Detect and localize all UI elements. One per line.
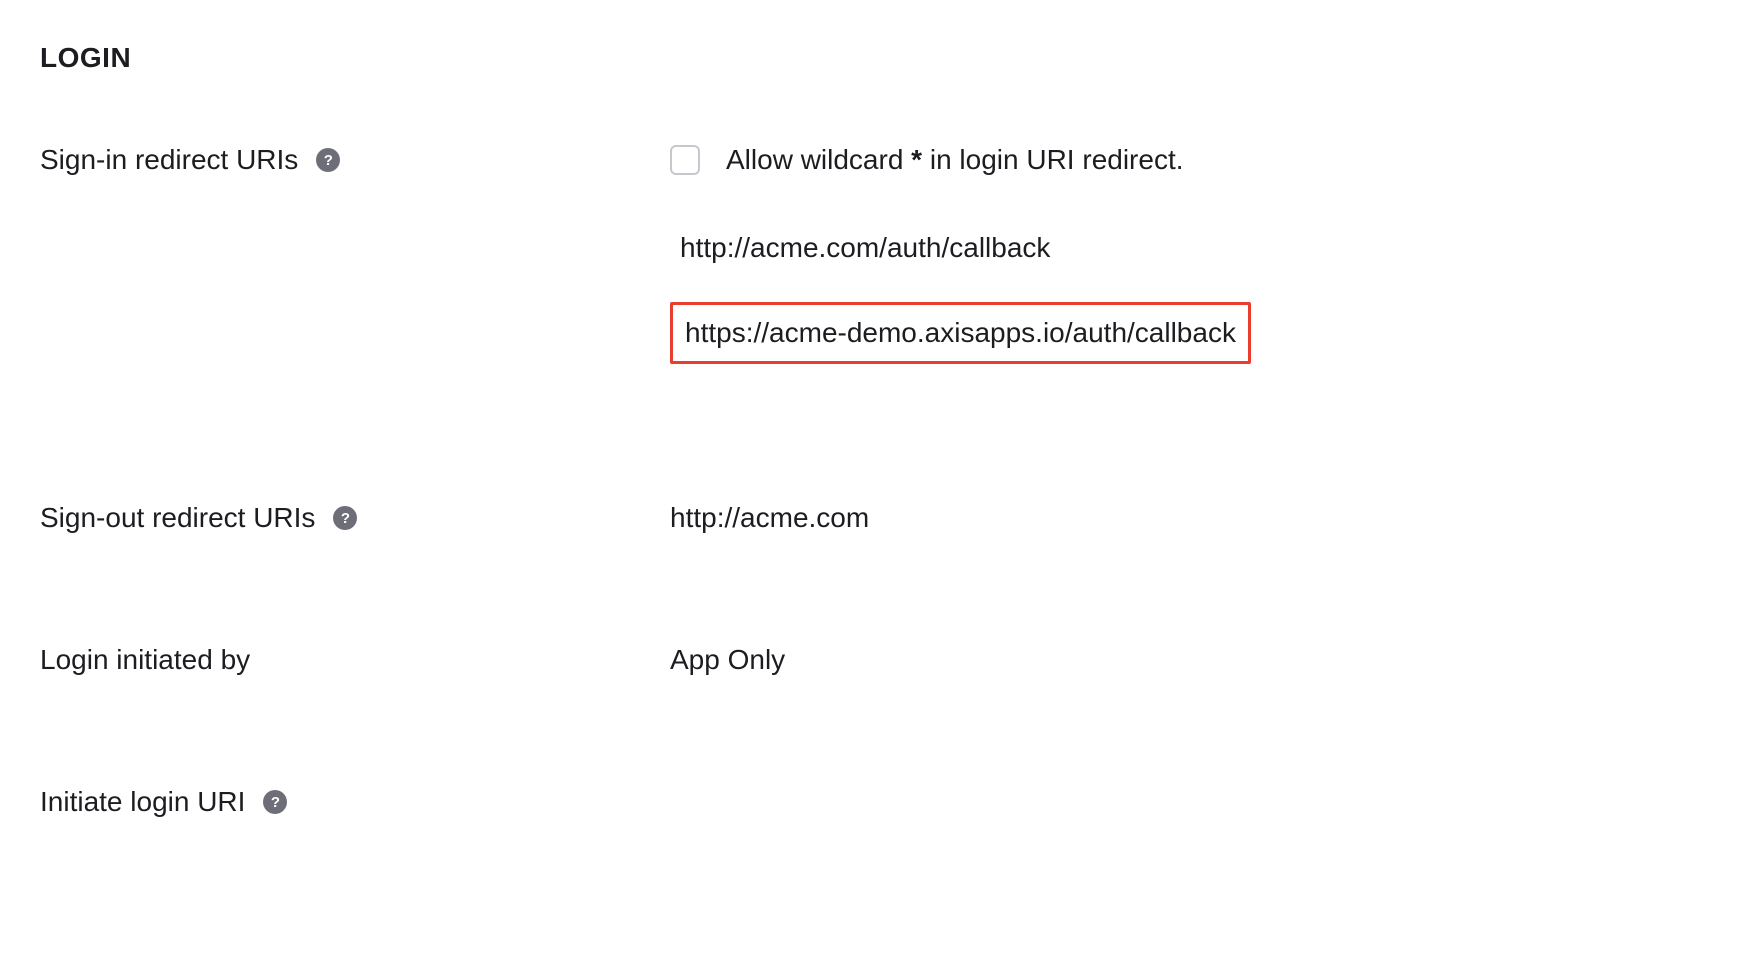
signin-redirect-uri-item: http://acme.com/auth/callback xyxy=(670,226,1060,270)
signin-redirect-label: Sign-in redirect URIs xyxy=(40,144,298,176)
wildcard-checkbox-label: Allow wildcard * in login URI redirect. xyxy=(726,144,1184,176)
wildcard-star: * xyxy=(911,144,922,175)
wildcard-checkbox[interactable] xyxy=(670,145,700,175)
field-label-col: Initiate login URI ? xyxy=(40,786,670,818)
login-initiated-label: Login initiated by xyxy=(40,644,250,676)
signin-redirect-uri-item-highlighted: https://acme-demo.axisapps.io/auth/callb… xyxy=(670,302,1251,364)
help-icon[interactable]: ? xyxy=(316,148,340,172)
wildcard-label-post: in login URI redirect. xyxy=(922,144,1183,175)
login-initiated-value: App Only xyxy=(670,644,785,675)
help-icon[interactable]: ? xyxy=(263,790,287,814)
field-signin-redirect-uris: Sign-in redirect URIs ? Allow wildcard *… xyxy=(40,144,1700,392)
signout-redirect-value: http://acme.com xyxy=(670,502,869,533)
initiate-login-uri-label: Initiate login URI xyxy=(40,786,245,818)
field-signout-redirect-uris: Sign-out redirect URIs ? http://acme.com xyxy=(40,502,1700,534)
field-value-col: App Only xyxy=(670,644,1700,676)
help-icon[interactable]: ? xyxy=(333,506,357,530)
field-label-col: Sign-in redirect URIs ? xyxy=(40,144,670,176)
wildcard-checkbox-row: Allow wildcard * in login URI redirect. xyxy=(670,144,1700,176)
field-initiate-login-uri: Initiate login URI ? xyxy=(40,786,1700,818)
field-value-col: Allow wildcard * in login URI redirect. … xyxy=(670,144,1700,392)
field-login-initiated-by: Login initiated by App Only xyxy=(40,644,1700,676)
field-label-col: Login initiated by xyxy=(40,644,670,676)
field-label-col: Sign-out redirect URIs ? xyxy=(40,502,670,534)
section-heading-login: LOGIN xyxy=(40,42,1700,74)
field-value-col: http://acme.com xyxy=(670,502,1700,534)
signout-redirect-label: Sign-out redirect URIs xyxy=(40,502,315,534)
wildcard-label-pre: Allow wildcard xyxy=(726,144,911,175)
